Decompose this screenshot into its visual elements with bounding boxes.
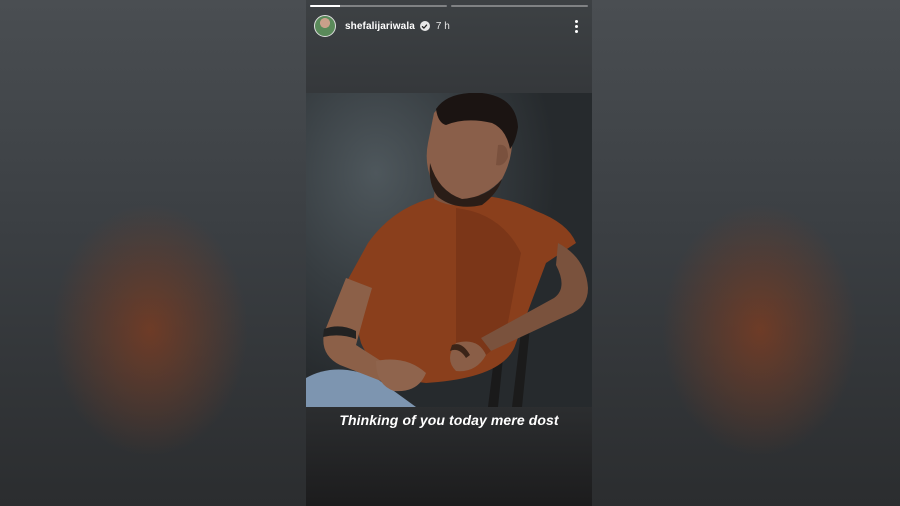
story-photo	[306, 93, 592, 407]
more-dot	[574, 19, 578, 23]
progress-segment-2	[451, 5, 588, 7]
profile-avatar[interactable]	[314, 15, 336, 37]
story-timestamp: 7 h	[435, 20, 450, 32]
story-header: shefalijariwala 7 h	[314, 14, 584, 38]
more-dot	[574, 29, 578, 33]
portrait-illustration	[306, 93, 588, 407]
more-options-icon[interactable]	[568, 16, 584, 36]
progress-fill	[310, 5, 341, 7]
story-username[interactable]: shefalijariwala	[345, 21, 415, 32]
verified-badge-icon	[419, 21, 430, 31]
story-viewer[interactable]: shefalijariwala 7 h Thinking of you toda…	[306, 0, 592, 506]
story-caption: Thinking of you today mere dost	[339, 412, 559, 428]
story-progress-bar	[310, 5, 588, 7]
progress-segment-1	[310, 5, 447, 7]
more-dot	[574, 24, 578, 28]
